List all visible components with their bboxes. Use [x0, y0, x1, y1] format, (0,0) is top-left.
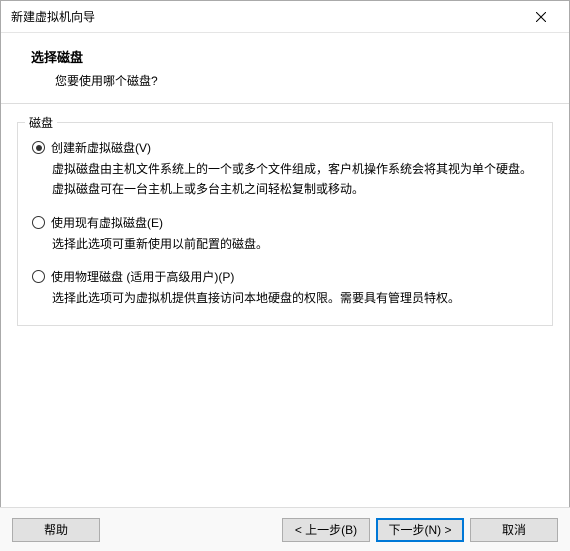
option-use-physical: 使用物理磁盘 (适用于高级用户)(P) 选择此选项可为虚拟机提供直接访问本地硬盘… [32, 268, 538, 309]
radio-use-existing[interactable]: 使用现有虚拟磁盘(E) [32, 214, 538, 231]
back-button[interactable]: < 上一步(B) [282, 518, 370, 542]
radio-icon [32, 141, 45, 154]
wizard-header: 选择磁盘 您要使用哪个磁盘? [1, 33, 569, 104]
radio-use-physical[interactable]: 使用物理磁盘 (适用于高级用户)(P) [32, 268, 538, 285]
next-button[interactable]: 下一步(N) > [376, 518, 464, 542]
radio-icon [32, 270, 45, 283]
option-description: 选择此选项可为虚拟机提供直接访问本地硬盘的权限。需要具有管理员特权。 [52, 289, 538, 309]
wizard-footer: 帮助 < 上一步(B) 下一步(N) > 取消 [0, 507, 570, 551]
page-subtitle: 您要使用哪个磁盘? [31, 72, 547, 89]
option-label: 创建新虚拟磁盘(V) [51, 139, 151, 156]
close-icon [536, 12, 546, 22]
option-create-new: 创建新虚拟磁盘(V) 虚拟磁盘由主机文件系统上的一个或多个文件组成，客户机操作系… [32, 139, 538, 200]
radio-icon [32, 216, 45, 229]
option-use-existing: 使用现有虚拟磁盘(E) 选择此选项可重新使用以前配置的磁盘。 [32, 214, 538, 255]
window-title: 新建虚拟机向导 [11, 8, 521, 25]
group-legend: 磁盘 [25, 114, 57, 131]
help-button[interactable]: 帮助 [12, 518, 100, 542]
page-title: 选择磁盘 [31, 47, 547, 66]
cancel-button[interactable]: 取消 [470, 518, 558, 542]
titlebar: 新建虚拟机向导 [1, 1, 569, 33]
option-description: 选择此选项可重新使用以前配置的磁盘。 [52, 235, 538, 255]
option-label: 使用现有虚拟磁盘(E) [51, 214, 163, 231]
close-button[interactable] [521, 3, 561, 31]
option-description: 虚拟磁盘由主机文件系统上的一个或多个文件组成，客户机操作系统会将其视为单个硬盘。… [52, 160, 538, 200]
content-area: 磁盘 创建新虚拟磁盘(V) 虚拟磁盘由主机文件系统上的一个或多个文件组成，客户机… [1, 104, 569, 336]
disk-group: 磁盘 创建新虚拟磁盘(V) 虚拟磁盘由主机文件系统上的一个或多个文件组成，客户机… [17, 122, 553, 326]
option-label: 使用物理磁盘 (适用于高级用户)(P) [51, 268, 234, 285]
radio-create-new[interactable]: 创建新虚拟磁盘(V) [32, 139, 538, 156]
